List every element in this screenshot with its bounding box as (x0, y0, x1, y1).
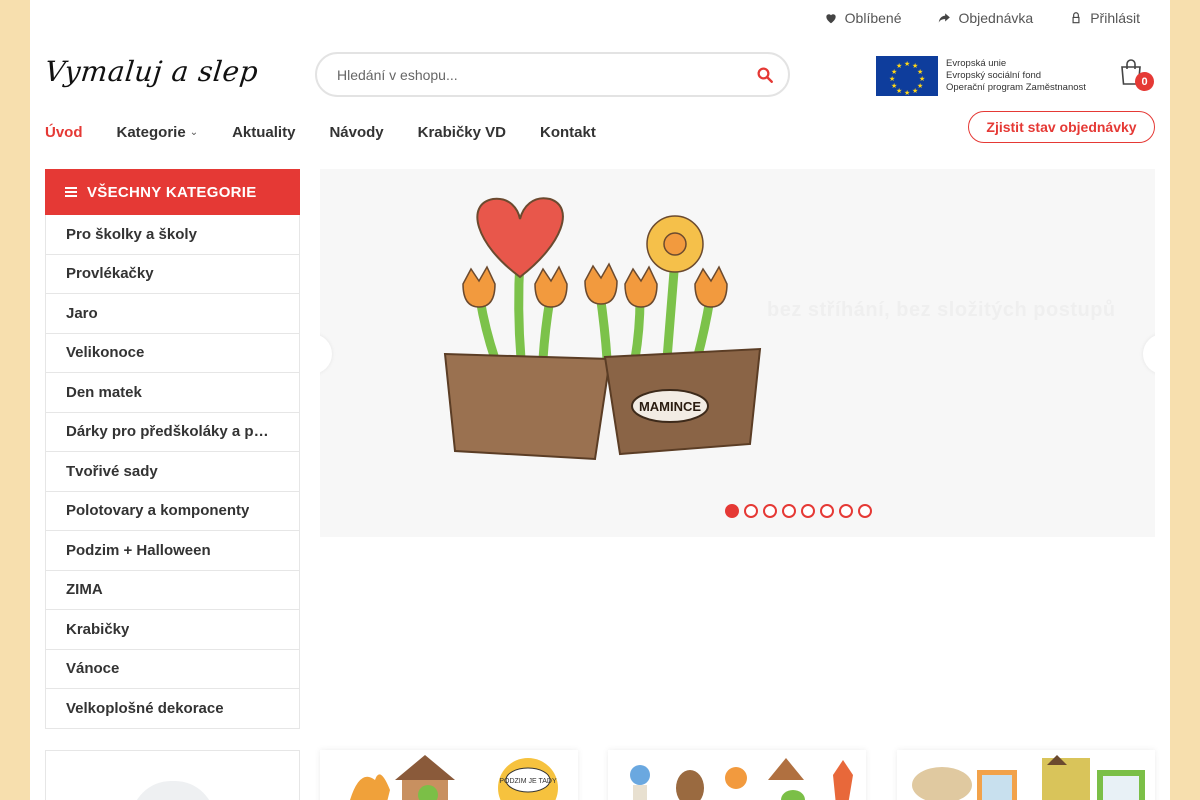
slider-dot[interactable] (858, 504, 872, 518)
sidebar-widget (45, 750, 300, 800)
sidebar-item-label: Jaro (66, 304, 98, 322)
order-label: Objednávka (958, 10, 1034, 26)
nav-label: Úvod (45, 124, 83, 141)
sidebar-item-label: Den matek (66, 383, 142, 401)
eu-flag-icon: ★ ★ ★ ★ ★ ★ ★ ★ ★ ★ ★ ★ (876, 56, 938, 97)
nav-navody[interactable]: Návody (329, 124, 383, 141)
card-image (912, 755, 1145, 800)
sidebar-item[interactable]: Krabičky (46, 610, 299, 650)
sidebar-item[interactable]: ZIMA (46, 571, 299, 610)
page: Oblíbené Objednávka Přihlásit Vymaluj a … (30, 0, 1170, 800)
sidebar-item[interactable]: Den matek (46, 373, 299, 413)
card-label: PODZIM JE TADY (499, 778, 557, 785)
widget-placeholder-shape (131, 781, 215, 800)
order-link[interactable]: Objednávka (937, 10, 1033, 26)
slider-next-button[interactable] (1143, 334, 1155, 374)
sidebar-item-label: Polotovary a komponenty (66, 502, 250, 520)
slider-dot[interactable] (782, 504, 796, 518)
slider-dot[interactable] (744, 504, 758, 518)
sidebar-header[interactable]: VŠECHNY KATEGORIE (45, 169, 300, 215)
search-input[interactable] (317, 54, 742, 95)
sidebar-item-label: Vánoce (66, 660, 120, 678)
sidebar-header-label: VŠECHNY KATEGORIE (87, 183, 257, 201)
nav-label: Kategorie (116, 124, 186, 141)
category-sidebar: VŠECHNY KATEGORIE Pro školky a školy Pro… (45, 169, 300, 729)
slider-dot[interactable] (763, 504, 777, 518)
order-status-button[interactable]: Zjistit stav objednávky (968, 111, 1155, 143)
chevron-down-icon: ⌄ (189, 127, 199, 138)
slider-dot[interactable] (801, 504, 815, 518)
card-image: PODZIM JE TADY (350, 755, 558, 800)
sidebar-item-label: Tvořivé sady (66, 462, 158, 480)
slider-dot[interactable] (725, 504, 739, 518)
slide-image: MAMINCE (443, 197, 762, 461)
slider-pagination (725, 504, 872, 518)
cart-button[interactable]: 0 (1118, 58, 1154, 94)
login-link[interactable]: Přihlásit (1069, 10, 1140, 26)
nav-kategorie[interactable]: Kategorie ⌄ (117, 124, 199, 141)
category-list: Pro školky a školy Provlékačky Jaro Veli… (45, 215, 300, 729)
search-button[interactable] (742, 54, 788, 95)
hero-slider[interactable]: MAMINCE bez stříhání, bez složitých post… (320, 169, 1155, 537)
sidebar-item-label: Dárky pro předškoláky a p… (66, 423, 269, 441)
sidebar-item-label: Krabičky (66, 620, 130, 638)
eu-line-1: Evropská unie (946, 58, 1007, 69)
slider-prev-button[interactable] (320, 334, 332, 374)
sidebar-item[interactable]: Jaro (46, 294, 299, 334)
slide-caption: bez stříhání, bez složitých postupů (767, 299, 1116, 321)
favorites-link[interactable]: Oblíbené (824, 10, 902, 26)
nav-uvod[interactable]: Úvod (45, 124, 83, 141)
sidebar-item-label: Velikonoce (66, 344, 145, 362)
sidebar-item[interactable]: Velikonoce (46, 334, 299, 373)
menu-icon (65, 187, 77, 197)
eu-banner: ★ ★ ★ ★ ★ ★ ★ ★ ★ ★ ★ ★ Evropská unie Evropský s… (876, 56, 1086, 97)
sidebar-item[interactable]: Vánoce (46, 650, 299, 689)
top-bar: Oblíbené Objednávka Přihlásit (824, 10, 1140, 26)
nav-krabicky-vd[interactable]: Krabičky VD (418, 124, 506, 141)
eu-line-2: Evropský sociální fond (946, 70, 1042, 81)
category-card[interactable] (897, 750, 1155, 800)
sidebar-item-label: Pro školky a školy (66, 225, 197, 243)
lock-icon (1072, 12, 1080, 24)
sidebar-item[interactable]: Polotovary a komponenty (46, 492, 299, 531)
category-card[interactable] (608, 750, 866, 800)
search-icon (757, 67, 773, 83)
search-bar (315, 52, 790, 97)
nav-label: Krabičky VD (417, 124, 506, 141)
sidebar-item[interactable]: Dárky pro předškoláky a p… (46, 413, 299, 452)
nav-label: Návody (329, 124, 384, 141)
card-image (630, 758, 853, 800)
slider-dot[interactable] (820, 504, 834, 518)
sidebar-item[interactable]: Velkoplošné dekorace (46, 689, 299, 729)
sidebar-item[interactable]: Provlékačky (46, 255, 299, 294)
nav-label: Kontakt (540, 124, 596, 141)
nav-kontakt[interactable]: Kontakt (540, 124, 596, 141)
heart-icon (825, 14, 836, 24)
sidebar-item-label: Provlékačky (66, 265, 154, 283)
share-icon (939, 13, 951, 23)
sidebar-item[interactable]: Podzim + Halloween (46, 531, 299, 571)
cart-count-badge: 0 (1135, 72, 1154, 91)
main-nav: Úvod Kategorie ⌄ Aktuality Návody Krabičk… (45, 124, 596, 141)
login-label: Přihlásit (1090, 10, 1140, 26)
sidebar-item[interactable]: Pro školky a školy (46, 215, 299, 255)
pot-label: MAMINCE (639, 399, 701, 414)
nav-label: Aktuality (232, 124, 296, 141)
sidebar-item-label: ZIMA (66, 581, 103, 599)
logo[interactable]: Vymaluj a slep (43, 55, 260, 88)
category-card[interactable]: PODZIM JE TADY (320, 750, 578, 800)
eu-banner-text: Evropská unie Evropský sociální fond Ope… (946, 58, 1086, 94)
sidebar-item-label: Podzim + Halloween (66, 541, 211, 559)
eu-line-3: Operační program Zaměstnanost (946, 82, 1086, 93)
slider-dot[interactable] (839, 504, 853, 518)
sidebar-item-label: Velkoplošné dekorace (66, 699, 224, 717)
sidebar-item[interactable]: Tvořivé sady (46, 452, 299, 492)
nav-aktuality[interactable]: Aktuality (232, 124, 295, 141)
favorites-label: Oblíbené (844, 10, 902, 26)
